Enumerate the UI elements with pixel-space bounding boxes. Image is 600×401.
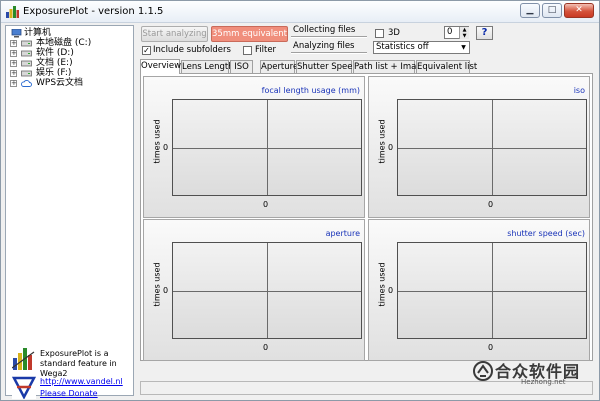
x-axis-line: [398, 291, 586, 292]
chart-title: shutter speed (sec): [507, 229, 585, 238]
expand-icon[interactable]: +: [10, 80, 17, 87]
tree-label: WPS云文档: [36, 78, 84, 88]
chart-ylabel: times used: [377, 119, 387, 164]
3d-label: 3D: [388, 28, 400, 38]
chart-shutter-speed: shutter speed (sec) times used 0 0: [368, 219, 590, 361]
x-axis-line: [173, 291, 361, 292]
analyzing-progress: [291, 52, 367, 54]
y-tick-label: 0: [388, 286, 394, 295]
donate-link[interactable]: Please Donate: [40, 389, 98, 398]
x-tick-label: 0: [263, 200, 269, 209]
chart-title: iso: [573, 86, 585, 95]
website-link[interactable]: http://www.vandel.nl: [40, 377, 123, 386]
plot-area: [172, 242, 362, 339]
drive-icon: [21, 50, 32, 57]
watermark-logo-icon: [473, 361, 493, 381]
promo-text: ExposurePlot is a standard feature in We…: [40, 349, 117, 378]
y-tick-label: 0: [163, 143, 169, 152]
filter-label: Filter: [255, 45, 277, 55]
y-tick-label: 0: [163, 286, 169, 295]
tab-path-list-image[interactable]: Path list + Image: [353, 60, 427, 73]
tab-overview[interactable]: Overview: [140, 59, 181, 74]
tab-aperture[interactable]: Aperture: [260, 60, 298, 73]
statistics-value: Statistics off: [376, 42, 429, 52]
35mm-equivalent-button[interactable]: 35mm equivalent: [211, 26, 288, 42]
app-logo-icon: [6, 6, 19, 18]
statistics-select[interactable]: Statistics off ▼: [373, 41, 470, 54]
start-analyzing-button[interactable]: Start analyzing: [141, 26, 208, 42]
expand-icon[interactable]: +: [10, 40, 17, 47]
drive-icon: [21, 40, 32, 47]
expand-icon[interactable]: +: [10, 50, 17, 57]
chart-title: focal length usage (mm): [261, 86, 360, 95]
drive-icon: [21, 70, 32, 77]
x-tick-label: 0: [488, 200, 494, 209]
x-axis-line: [173, 148, 361, 149]
window-title: ExposurePlot - version 1.1.5: [23, 6, 164, 17]
tab-lens-length[interactable]: Lens Length: [181, 60, 234, 73]
chart-focal-length: focal length usage (mm) times used 0 0: [143, 76, 365, 218]
app-window: ExposurePlot - version 1.1.5 ▁ □ ✕ 计算机 +…: [0, 0, 600, 401]
help-button[interactable]: ?: [476, 26, 493, 40]
plot-area: [397, 99, 587, 196]
collecting-files-label: Collecting files: [293, 25, 356, 35]
y-tick-label: 0: [388, 143, 394, 152]
wega-logo-icon: [12, 348, 35, 370]
expand-icon[interactable]: +: [10, 60, 17, 67]
computer-icon: [11, 29, 22, 38]
collecting-progress: [291, 36, 367, 38]
folder-tree[interactable]: 计算机 + 本地磁盘 (C:) + 软件 (D:) + 文档 (E:) + 娱乐…: [5, 25, 134, 399]
drive-icon: [21, 60, 32, 67]
x-axis-line: [398, 148, 586, 149]
plot-area: [172, 99, 362, 196]
maximize-button[interactable]: □: [542, 3, 562, 18]
title-bar[interactable]: ExposurePlot - version 1.1.5 ▁ □ ✕: [1, 1, 599, 23]
chart-aperture: aperture times used 0 0: [143, 219, 365, 361]
watermark-subtext: Hezhong.net: [521, 378, 566, 386]
tab-shutter-speed[interactable]: Shutter Speed: [296, 60, 358, 73]
spin-down-button[interactable]: ▼: [459, 33, 469, 39]
minimize-button[interactable]: ▁: [520, 3, 540, 18]
3d-checkbox[interactable]: [375, 29, 384, 38]
chart-iso: iso times used 0 0: [368, 76, 590, 218]
filter-checkbox[interactable]: [243, 46, 252, 55]
chart-title: aperture: [325, 229, 360, 238]
close-button[interactable]: ✕: [564, 3, 594, 18]
chart-ylabel: times used: [152, 262, 162, 307]
tab-bar: Overview Lens Length ISO Aperture Shutte…: [140, 59, 593, 74]
tab-iso[interactable]: ISO: [230, 60, 253, 73]
analyzing-files-label: Analyzing files: [293, 41, 355, 51]
tab-equivalent-list[interactable]: Equivalent list: [416, 60, 477, 73]
x-tick-label: 0: [488, 343, 494, 352]
chart-ylabel: times used: [377, 262, 387, 307]
vandel-logo-icon: [12, 375, 36, 399]
x-tick-label: 0: [263, 343, 269, 352]
plot-area: [397, 242, 587, 339]
tree-item-wps-cloud[interactable]: + WPS云文档: [8, 78, 133, 89]
include-subfolders-label: Include subfolders: [153, 45, 231, 55]
expand-icon[interactable]: +: [10, 70, 17, 77]
include-subfolders-checkbox[interactable]: ✓: [142, 46, 151, 55]
cloud-icon: [21, 80, 32, 87]
spin-value: 0: [447, 27, 453, 37]
overview-chart-area: focal length usage (mm) times used 0 0 i…: [140, 73, 593, 361]
chevron-down-icon: ▼: [461, 44, 466, 51]
chart-ylabel: times used: [152, 119, 162, 164]
